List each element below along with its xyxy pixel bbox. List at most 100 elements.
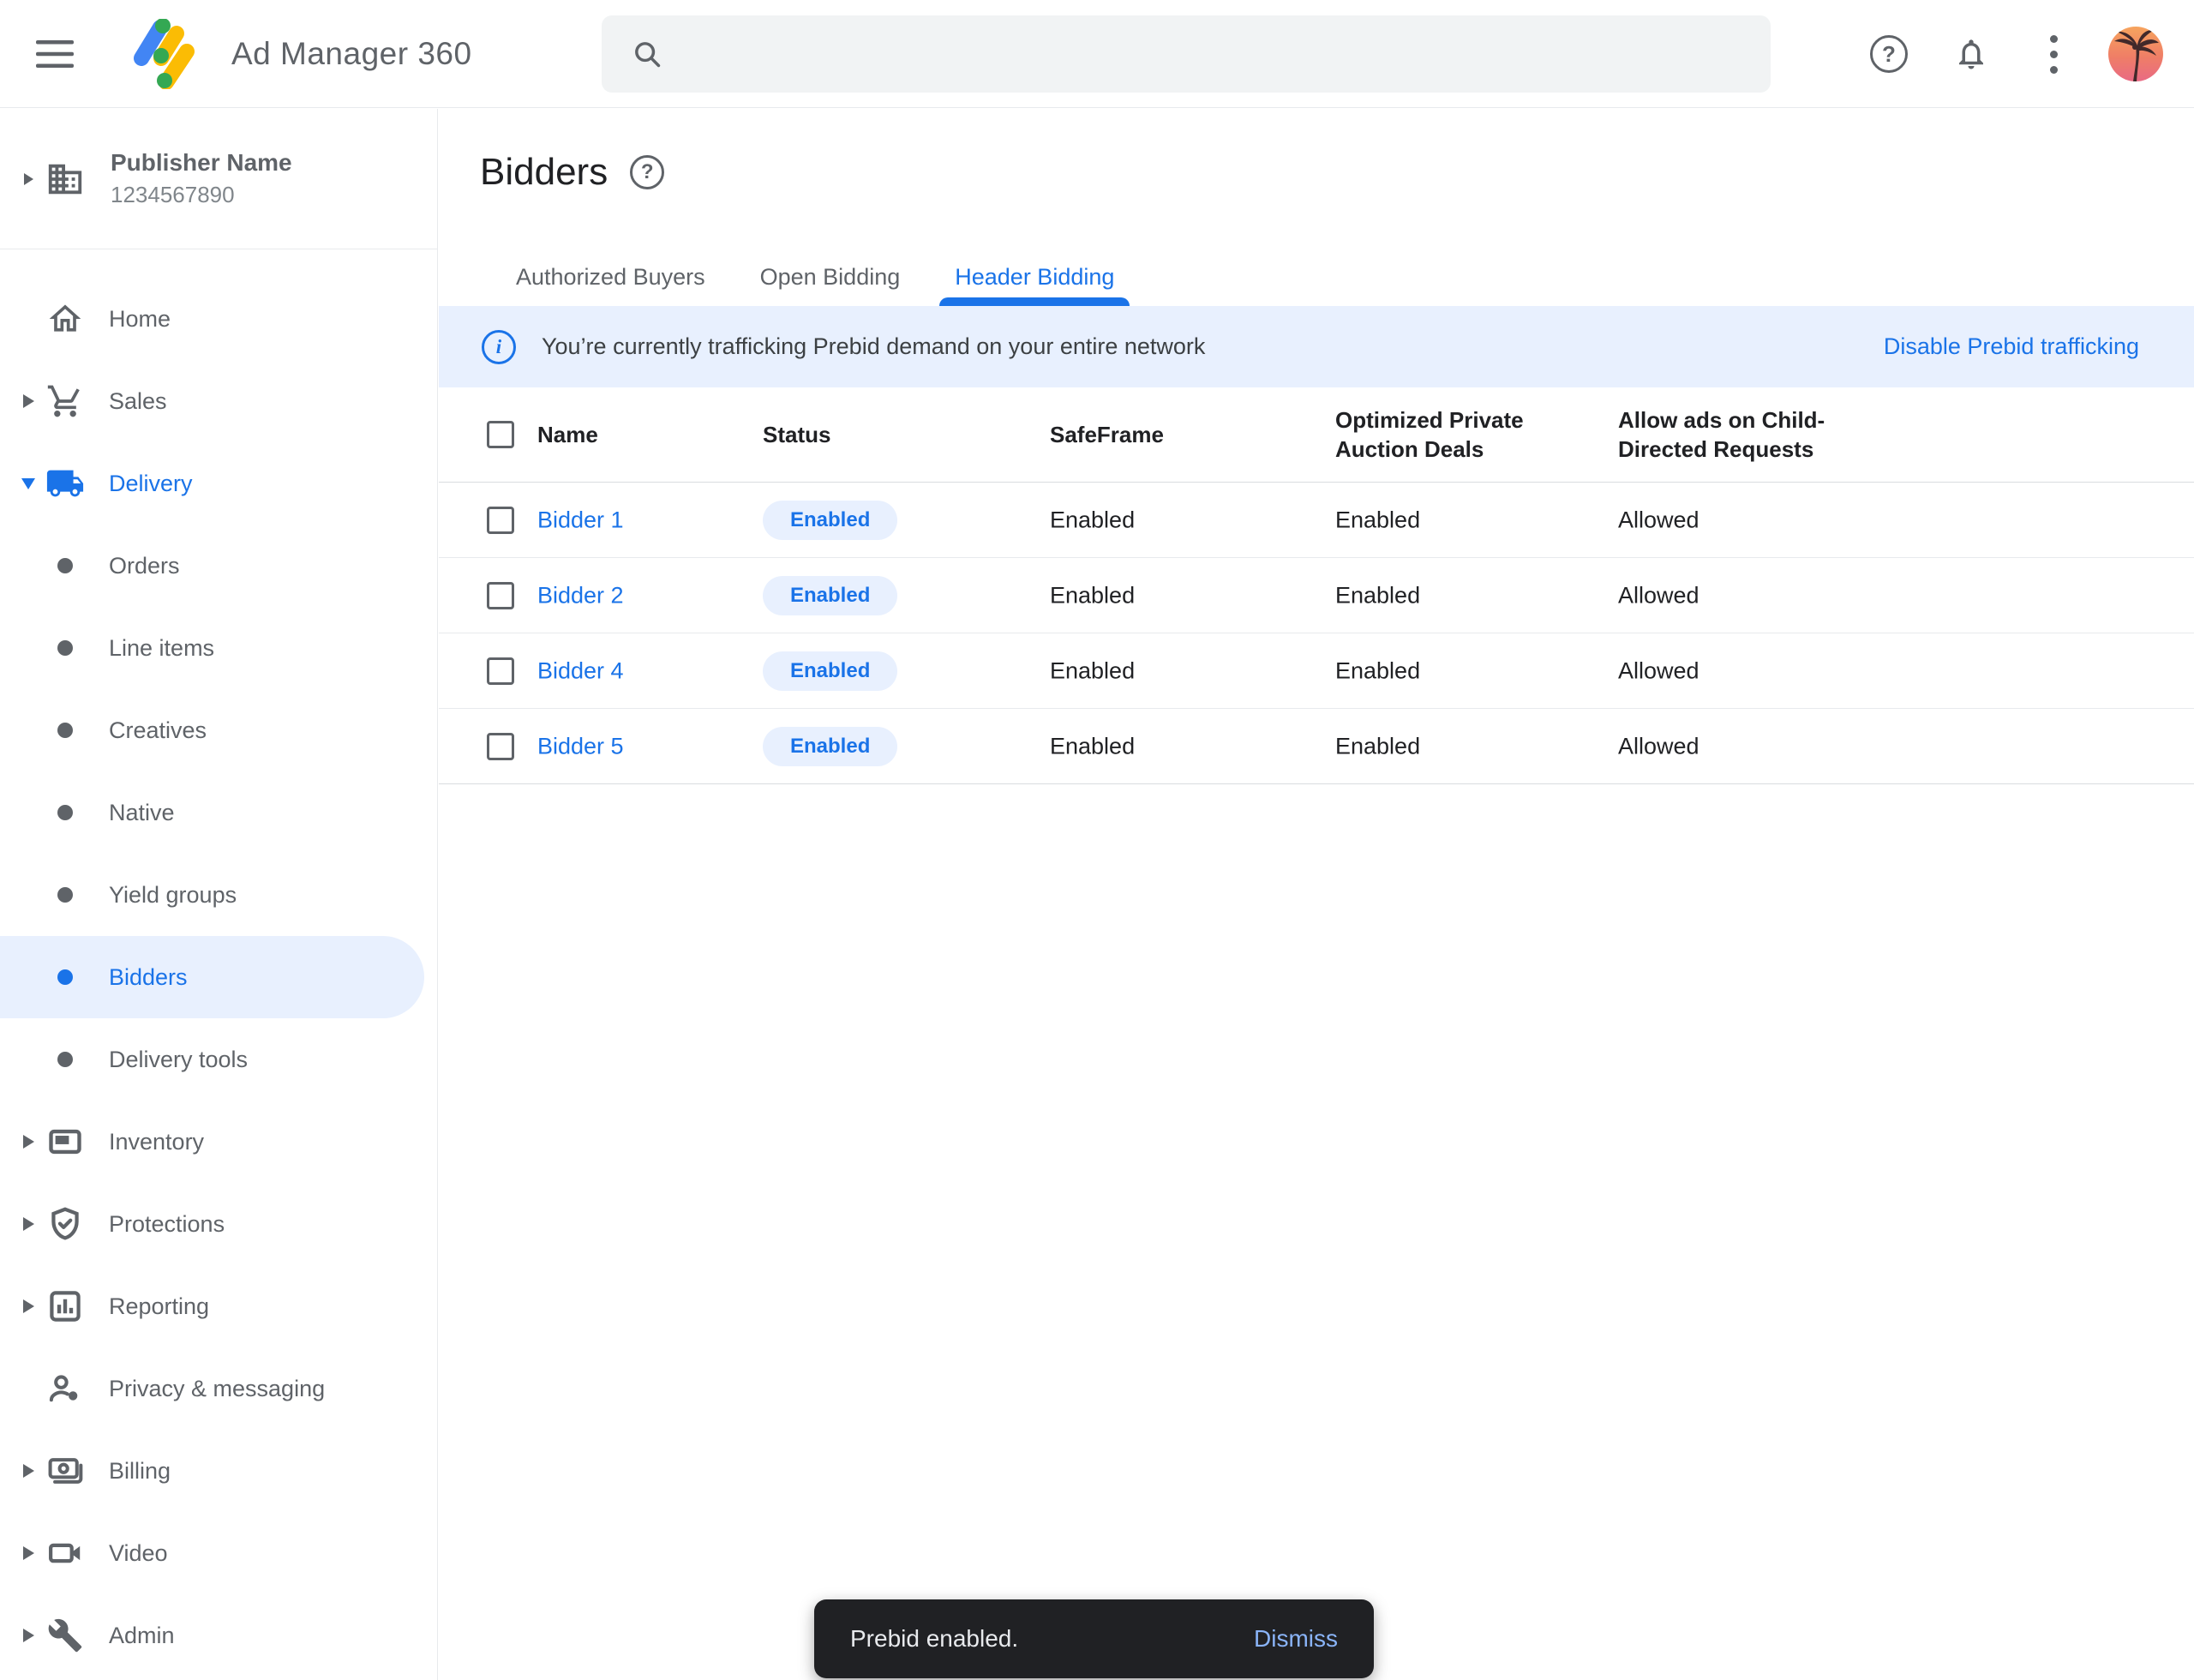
bidder-link[interactable]: Bidder 2: [537, 582, 624, 609]
account-button[interactable]: [2095, 0, 2177, 108]
table-header: Name Status SafeFrame Optimized Private …: [439, 387, 2194, 483]
sidebar-nav: Home Sales Delivery Orders: [0, 249, 437, 1677]
sidebar-item-delivery-tools[interactable]: Delivery tools: [0, 1018, 437, 1101]
chevron-right-icon: [14, 1629, 43, 1642]
row-checkbox[interactable]: [487, 657, 514, 685]
chevron-right-icon: [14, 394, 43, 408]
sidebar-item-bidders[interactable]: Bidders: [0, 936, 437, 1018]
status-badge: Enabled: [763, 501, 897, 540]
row-checkbox[interactable]: [487, 507, 514, 534]
banner-message: You’re currently trafficking Prebid dema…: [542, 333, 1205, 360]
bidder-link[interactable]: Bidder 4: [537, 657, 624, 684]
sidebar-item-sales[interactable]: Sales: [0, 360, 437, 442]
disable-prebid-trafficking-link[interactable]: Disable Prebid trafficking: [1884, 333, 2139, 360]
more-options-button[interactable]: [2012, 0, 2095, 108]
help-button[interactable]: ?: [1848, 0, 1930, 108]
bidder-link[interactable]: Bidder 5: [537, 733, 624, 759]
bullet-icon: [45, 1052, 86, 1067]
avatar: [2108, 27, 2163, 81]
child-directed-value: Allowed: [1618, 582, 1862, 609]
bar-chart-icon: [45, 1287, 86, 1325]
sidebar: Publisher Name 1234567890 Home Sales: [0, 109, 438, 1680]
palm-tree-graphic: [2108, 27, 2163, 81]
chevron-right-icon: [14, 173, 43, 185]
row-checkbox[interactable]: [487, 582, 514, 609]
select-all-checkbox[interactable]: [487, 421, 514, 448]
building-icon: [45, 159, 86, 199]
sidebar-item-protections[interactable]: Protections: [0, 1183, 437, 1265]
opad-value: Enabled: [1335, 507, 1558, 533]
bullet-icon: [45, 805, 86, 820]
table-row: Bidder 4 Enabled Enabled Enabled Allowed: [439, 633, 2194, 709]
sidebar-item-video[interactable]: Video: [0, 1512, 437, 1594]
table-row: Bidder 2 Enabled Enabled Enabled Allowed: [439, 558, 2194, 633]
bullet-icon: [45, 887, 86, 903]
bullet-icon: [45, 558, 86, 573]
publisher-id: 1234567890: [111, 182, 292, 208]
safeframe-value: Enabled: [1050, 657, 1135, 684]
column-header-child-directed: Allow ads on Child-Directed Requests: [1618, 405, 1862, 464]
toast-message: Prebid enabled.: [850, 1625, 1018, 1653]
top-app-bar: Ad Manager 360 ?: [0, 0, 2194, 108]
search-input[interactable]: [663, 15, 1771, 93]
sidebar-item-orders[interactable]: Orders: [0, 525, 437, 607]
truck-icon: [45, 464, 86, 503]
sidebar-item-line-items[interactable]: Line items: [0, 607, 437, 689]
row-checkbox[interactable]: [487, 733, 514, 760]
tab-open-bidding[interactable]: Open Bidding: [745, 248, 916, 306]
opad-value: Enabled: [1335, 582, 1558, 609]
sidebar-item-admin[interactable]: Admin: [0, 1594, 437, 1677]
hamburger-icon-glyph: [36, 39, 74, 69]
status-badge: Enabled: [763, 576, 897, 615]
sidebar-item-billing[interactable]: Billing: [0, 1430, 437, 1512]
sidebar-item-native[interactable]: Native: [0, 771, 437, 854]
tab-authorized-buyers[interactable]: Authorized Buyers: [501, 248, 721, 306]
column-header-safeframe: SafeFrame: [1050, 420, 1164, 449]
safeframe-value: Enabled: [1050, 582, 1135, 609]
info-banner: i You’re currently trafficking Prebid de…: [439, 306, 2194, 387]
safeframe-value: Enabled: [1050, 507, 1135, 533]
opad-value: Enabled: [1335, 733, 1558, 759]
bidder-link[interactable]: Bidder 1: [537, 507, 624, 533]
sidebar-item-inventory[interactable]: Inventory: [0, 1101, 437, 1183]
page-title: Bidders: [480, 151, 608, 194]
bullet-icon: [45, 640, 86, 656]
chevron-right-icon: [14, 1217, 43, 1231]
page-help-icon[interactable]: ?: [630, 155, 664, 189]
bullet-icon: [45, 969, 86, 985]
sidebar-item-privacy-messaging[interactable]: Privacy & messaging: [0, 1347, 437, 1430]
inventory-icon: [45, 1123, 86, 1161]
menu-icon[interactable]: [34, 37, 75, 71]
info-icon: i: [482, 330, 516, 364]
safeframe-value: Enabled: [1050, 733, 1135, 759]
tab-header-bidding[interactable]: Header Bidding: [939, 248, 1130, 306]
header-actions: ?: [1848, 0, 2177, 108]
cart-icon: [45, 382, 86, 420]
notifications-button[interactable]: [1930, 0, 2012, 108]
chevron-right-icon: [14, 1299, 43, 1313]
table-row: Bidder 1 Enabled Enabled Enabled Allowed: [439, 483, 2194, 558]
privacy-person-icon: [45, 1370, 86, 1407]
child-directed-value: Allowed: [1618, 507, 1862, 533]
app-title: Ad Manager 360: [231, 36, 472, 72]
column-header-name: Name: [537, 420, 598, 449]
sidebar-item-creatives[interactable]: Creatives: [0, 689, 437, 771]
sidebar-item-reporting[interactable]: Reporting: [0, 1265, 437, 1347]
sidebar-item-delivery[interactable]: Delivery: [0, 442, 437, 525]
child-directed-value: Allowed: [1618, 657, 1862, 684]
ad-manager-logo: [132, 19, 197, 89]
chevron-right-icon: [14, 1464, 43, 1478]
publisher-switcher[interactable]: Publisher Name 1234567890: [0, 109, 437, 249]
bullet-icon: [45, 723, 86, 738]
search-bar[interactable]: [602, 15, 1771, 93]
snackbar: Prebid enabled. Dismiss: [814, 1599, 1374, 1678]
sidebar-item-yield-groups[interactable]: Yield groups: [0, 854, 437, 936]
dismiss-button[interactable]: Dismiss: [1254, 1625, 1338, 1653]
shield-check-icon: [45, 1205, 86, 1243]
status-badge: Enabled: [763, 651, 897, 691]
sidebar-item-home[interactable]: Home: [0, 278, 437, 360]
publisher-name: Publisher Name: [111, 149, 292, 177]
wrench-icon: [45, 1617, 86, 1653]
video-camera-icon: [45, 1534, 86, 1572]
status-badge: Enabled: [763, 727, 897, 766]
